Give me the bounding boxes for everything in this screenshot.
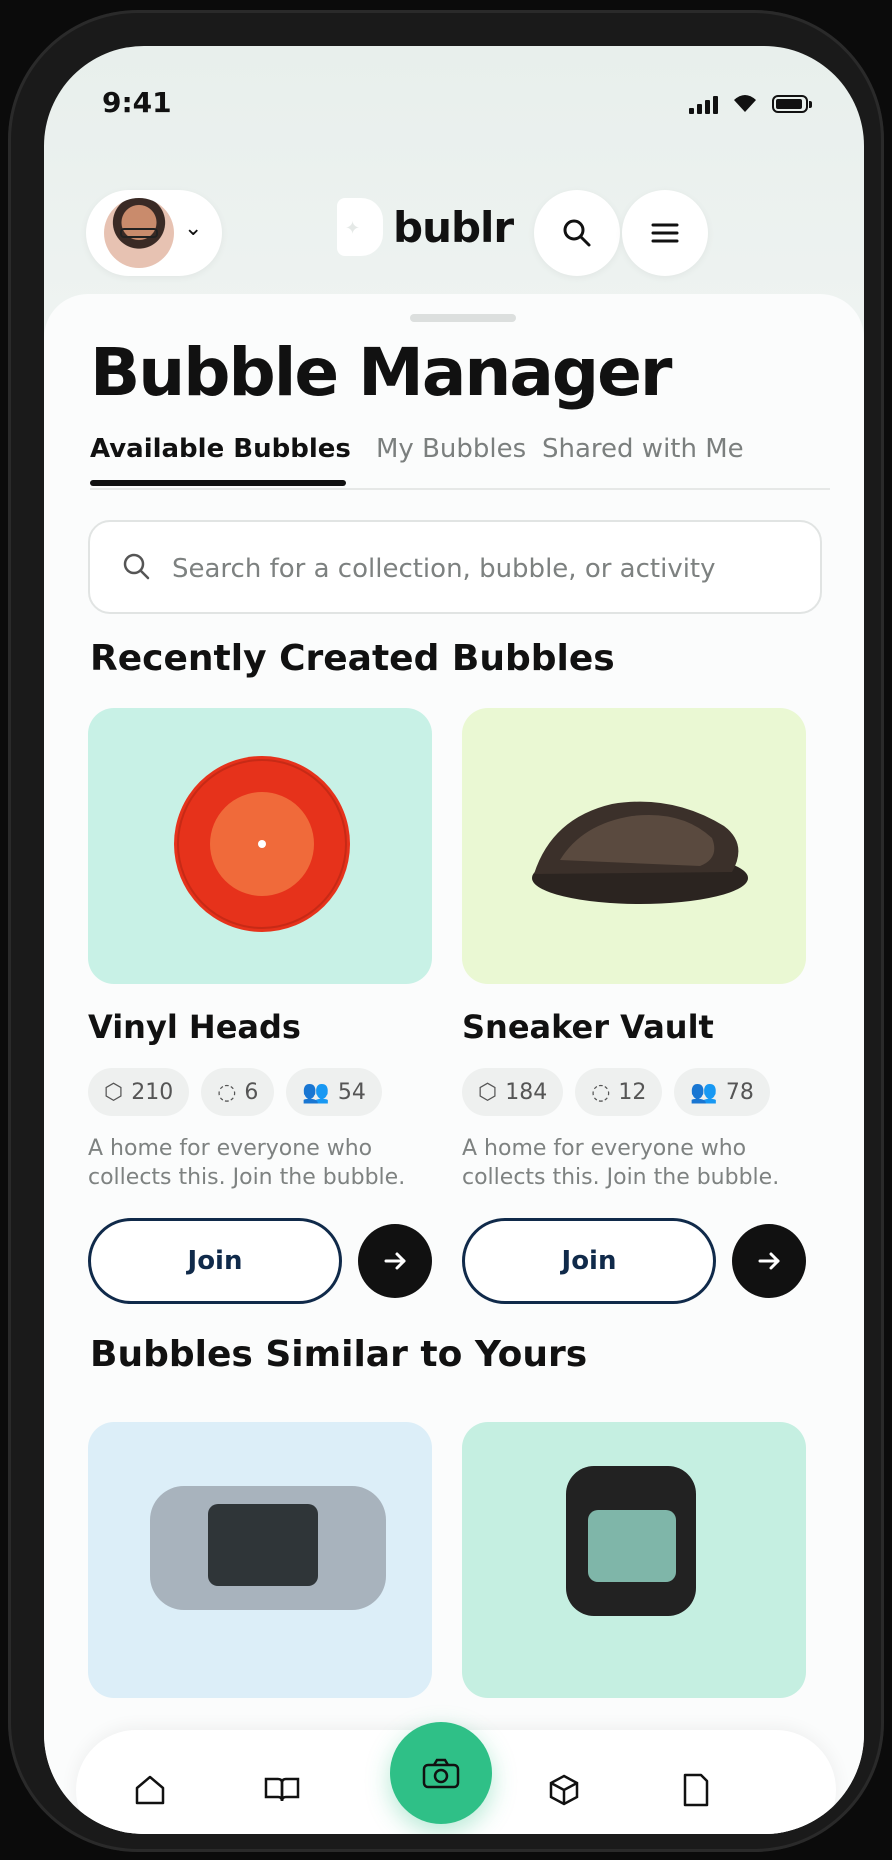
phone-frame: 9:41 ⌄ bublr <box>8 10 884 1852</box>
logo-mark-icon <box>337 198 383 256</box>
bubble-manager-sheet: Bubble Manager Available Bubbles My Bubb… <box>44 294 864 1834</box>
game-console-image[interactable] <box>88 1422 432 1698</box>
avatar <box>104 198 174 268</box>
arrow-right-icon <box>758 1252 780 1270</box>
camera-button[interactable] <box>390 1722 492 1824</box>
tab-shared-with-me[interactable]: Shared with Me <box>542 434 744 464</box>
comments-count-chip: ◌ 12 <box>575 1068 663 1116</box>
open-bubble-button[interactable] <box>358 1224 432 1298</box>
active-tab-indicator <box>90 480 346 486</box>
watch-image[interactable] <box>462 1422 806 1698</box>
page-title: Bubble Manager <box>90 334 672 411</box>
chevron-down-icon: ⌄ <box>184 216 203 241</box>
home-icon <box>135 1775 165 1805</box>
camera-icon <box>422 1758 460 1789</box>
nav-home[interactable] <box>130 1770 170 1810</box>
bubble-description: A home for everyone who collects this. J… <box>462 1136 780 1190</box>
search-bar <box>88 520 822 614</box>
status-time: 9:41 <box>102 86 172 119</box>
search-icon <box>563 219 591 247</box>
sneaker-image <box>462 708 806 984</box>
bubble-card[interactable]: Sneaker Vault ⬡ 184 ◌ 12 👥 78 A home for ev… <box>462 708 806 1304</box>
open-bubble-button[interactable] <box>732 1224 806 1298</box>
screen: 9:41 ⌄ bublr <box>44 46 864 1834</box>
card-actions: Join <box>462 1218 806 1304</box>
section-title-recent: Recently Created Bubbles <box>90 638 615 679</box>
members-count-chip: 👥 78 <box>674 1068 770 1116</box>
cube-icon: ⬡ <box>104 1079 124 1105</box>
tab-available-bubbles[interactable]: Available Bubbles <box>90 434 351 464</box>
items-count-chip: ⬡ 210 <box>88 1068 190 1116</box>
signal-icon <box>689 94 718 114</box>
profile-switcher[interactable]: ⌄ <box>86 190 222 276</box>
bubble-stats: ⬡ 184 ◌ 12 👥 78 <box>462 1068 806 1116</box>
nav-library[interactable] <box>262 1770 302 1810</box>
members-icon: 👥 <box>690 1079 718 1105</box>
section-title-similar: Bubbles Similar to Yours <box>90 1334 588 1375</box>
app-logo: bublr <box>337 198 514 256</box>
nav-items[interactable] <box>544 1770 584 1810</box>
card-actions: Join <box>88 1218 432 1304</box>
document-icon <box>683 1773 709 1807</box>
members-count-chip: 👥 54 <box>286 1068 382 1116</box>
comment-icon: ◌ <box>217 1079 237 1105</box>
status-icons <box>689 94 812 114</box>
cube-icon: ⬡ <box>478 1079 498 1105</box>
top-bar: ⌄ bublr <box>44 186 864 276</box>
tab-bar: Available Bubbles My Bubbles Shared with… <box>90 434 830 490</box>
bubble-name: Vinyl Heads <box>88 1008 301 1046</box>
comments-count-chip: ◌ 6 <box>201 1068 275 1116</box>
menu-button[interactable] <box>622 190 708 276</box>
cube-icon <box>549 1774 579 1806</box>
join-button[interactable]: Join <box>88 1218 342 1304</box>
bubble-name: Sneaker Vault <box>462 1008 714 1046</box>
status-bar: 9:41 <box>44 46 864 166</box>
bubble-description: A home for everyone who collects this. J… <box>88 1136 406 1190</box>
join-button[interactable]: Join <box>462 1218 716 1304</box>
arrow-right-icon <box>384 1252 406 1270</box>
items-count-chip: ⬡ 184 <box>462 1068 564 1116</box>
comment-icon: ◌ <box>591 1079 611 1105</box>
logo-text: bublr <box>393 202 514 252</box>
search-input[interactable] <box>170 542 794 596</box>
bubble-card[interactable]: Vinyl Heads ⬡ 210 ◌ 6 👥 54 A home for every… <box>88 708 432 1304</box>
tab-my-bubbles[interactable]: My Bubbles <box>376 434 526 464</box>
bubble-stats: ⬡ 210 ◌ 6 👥 54 <box>88 1068 432 1116</box>
members-icon: 👥 <box>302 1079 330 1105</box>
search-button[interactable] <box>534 190 620 276</box>
vinyl-record-image <box>88 708 432 984</box>
menu-icon <box>651 223 679 243</box>
book-icon <box>264 1777 300 1802</box>
wifi-icon <box>734 95 756 112</box>
search-icon <box>123 553 150 580</box>
battery-icon <box>772 95 812 113</box>
sheet-grabber[interactable] <box>410 314 516 322</box>
bottom-navigation <box>76 1722 836 1834</box>
nav-documents[interactable] <box>676 1770 716 1810</box>
